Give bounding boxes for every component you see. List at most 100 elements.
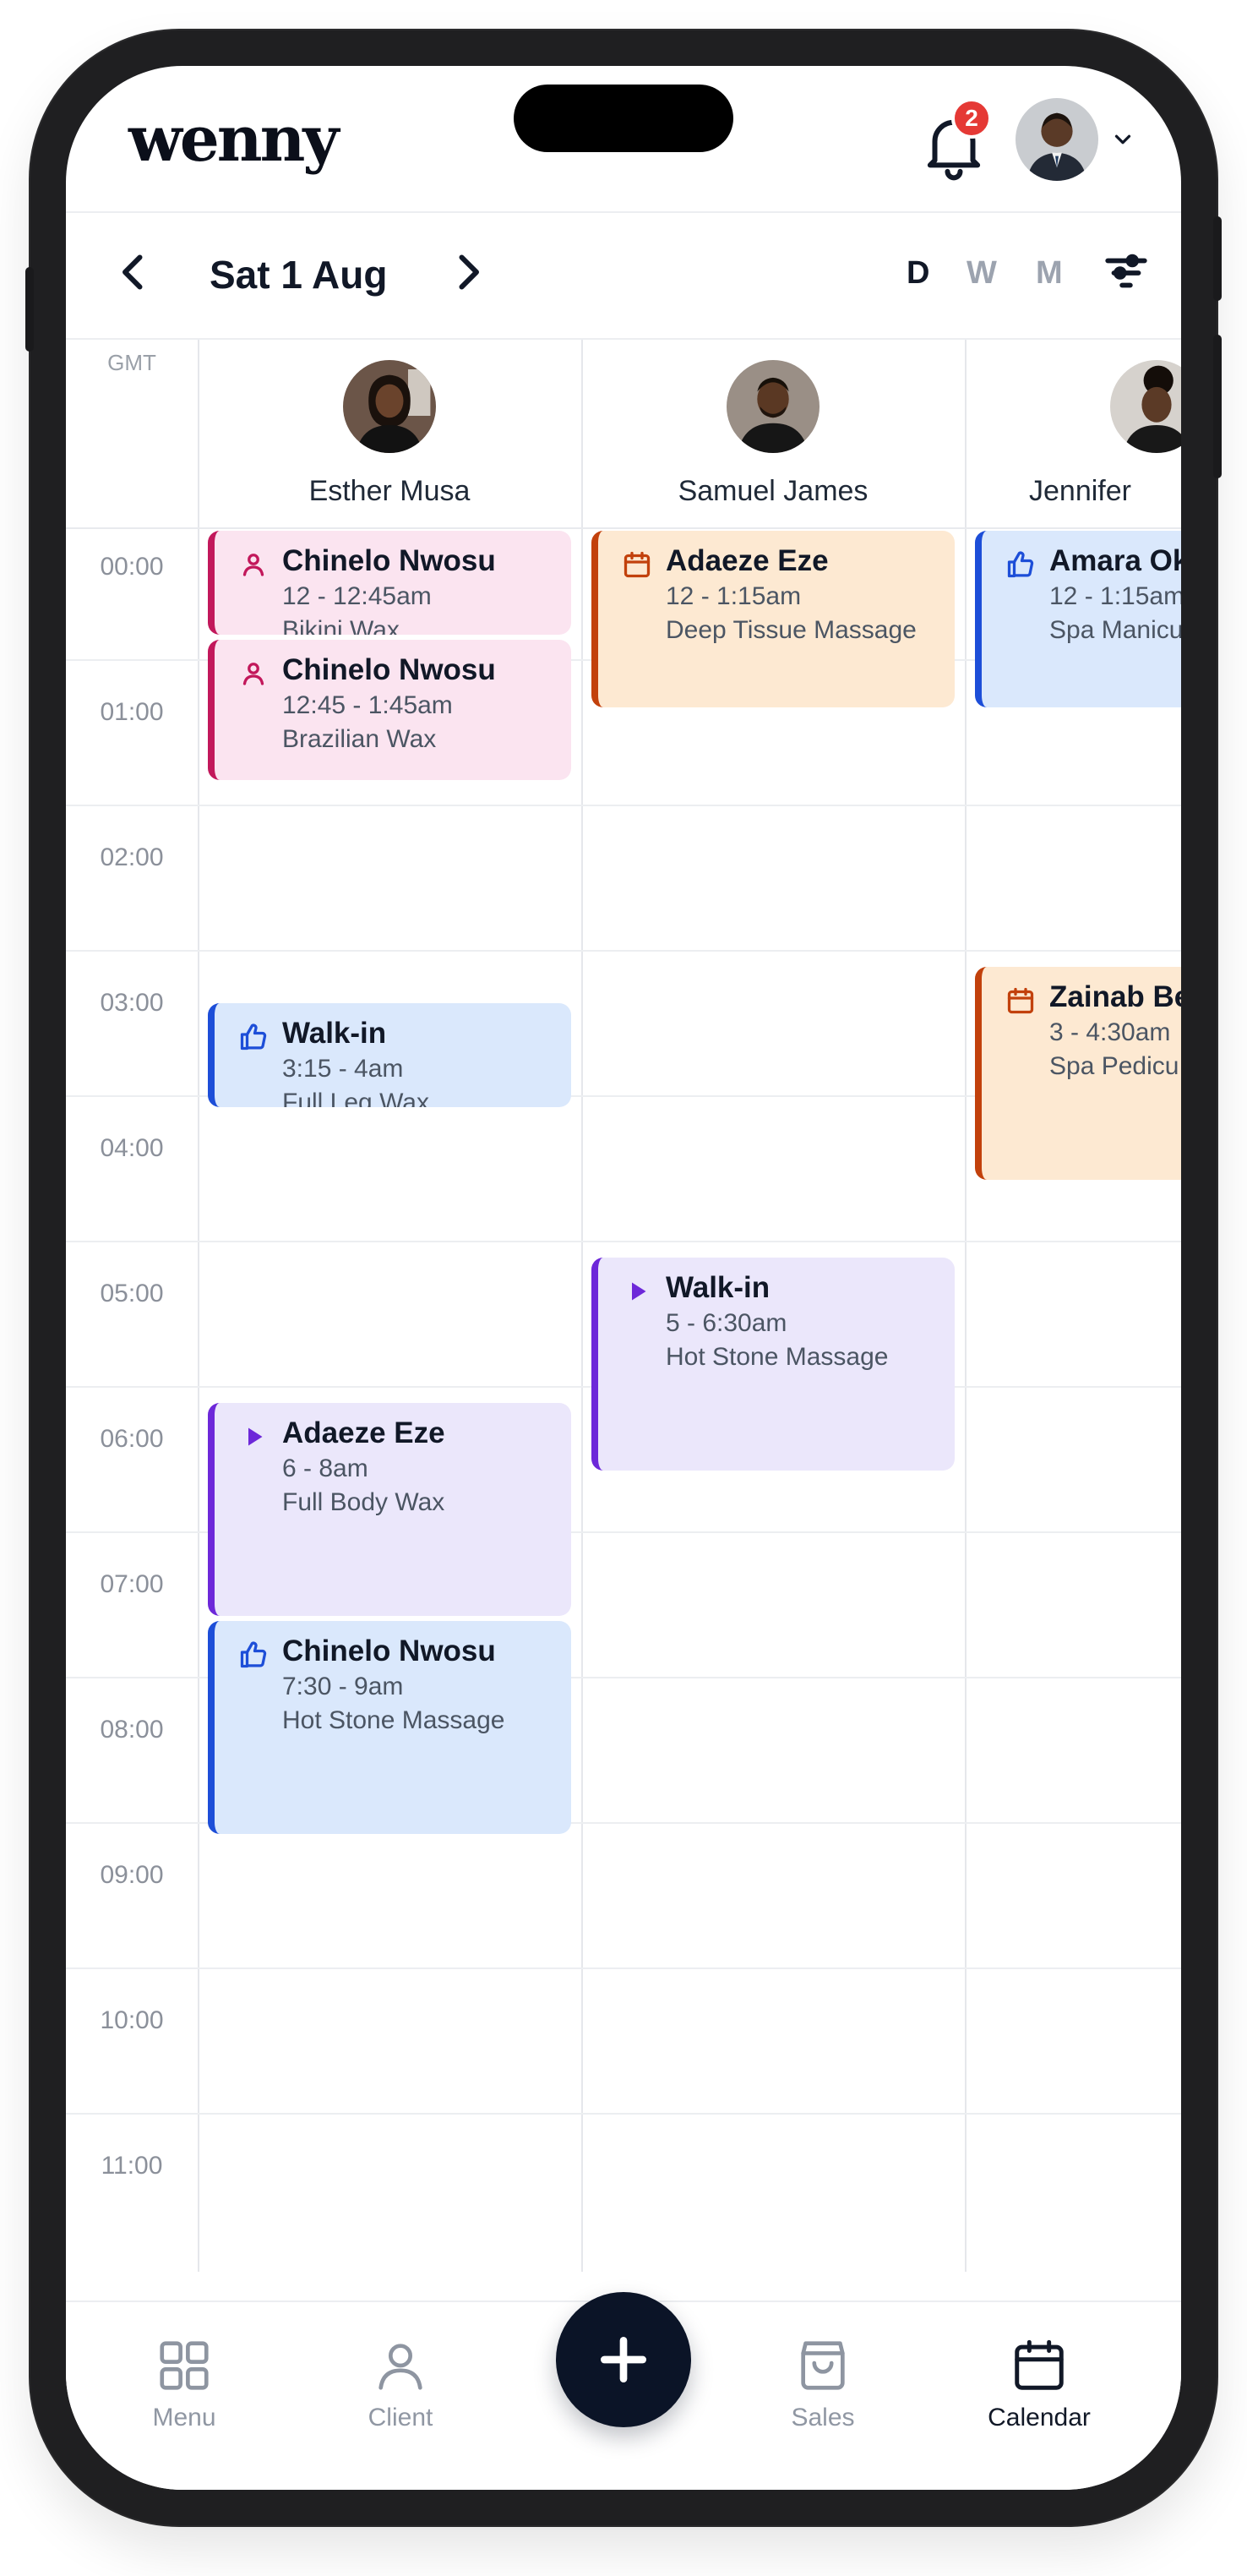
appointment-service: Full Body Wax <box>282 1488 445 1516</box>
app-screen: wenny 2 Sat 1 Aug D W M Esther Musa Samu… <box>66 66 1181 2490</box>
appointment-time: 3 - 4:30am <box>1049 1018 1171 1046</box>
appointment-client-name: Walk-in <box>282 1017 387 1050</box>
chevron-right-icon[interactable] <box>443 247 493 297</box>
column-divider <box>198 340 199 2272</box>
staff-name: Jennifer <box>1029 475 1131 507</box>
calendar-icon <box>622 549 652 580</box>
time-label: 04:00 <box>100 1134 164 1162</box>
date-navigation: Sat 1 Aug D W M <box>66 215 1181 340</box>
appointment-time: 7:30 - 9am <box>282 1673 404 1700</box>
appointment-service: Hot Stone Massage <box>666 1343 889 1371</box>
appointment-card[interactable]: Walk-in 3:15 - 4am Full Leg Wax <box>208 1003 571 1107</box>
filter-icon[interactable] <box>1102 248 1151 297</box>
nav-label: Calendar <box>988 2404 1091 2431</box>
nav-item-sales[interactable]: Sales <box>747 2336 899 2432</box>
chevron-down-icon[interactable] <box>1110 127 1135 152</box>
nav-label: Menu <box>152 2404 216 2431</box>
time-label: 08:00 <box>100 1716 164 1744</box>
appointment-time: 3:15 - 4am <box>282 1055 404 1083</box>
chevron-left-icon[interactable] <box>108 247 159 297</box>
calendar-icon <box>1005 985 1036 1016</box>
staff-avatar-esther[interactable] <box>343 360 436 453</box>
staff-name: Samuel James <box>678 475 869 507</box>
calendar-icon <box>1015 2339 1064 2390</box>
person-icon <box>238 658 269 689</box>
timezone-label: GMT <box>107 350 156 375</box>
shopping-bag-icon <box>801 2341 845 2390</box>
appointment-card[interactable]: Zainab Be 3 - 4:30am Spa Pedicu <box>975 967 1181 1180</box>
appointment-time: 12:45 - 1:45am <box>282 691 453 719</box>
thumbs-up-icon <box>238 1022 269 1052</box>
column-divider <box>581 340 583 2272</box>
appointment-service: Spa Pedicu <box>1049 1052 1179 1080</box>
appointment-client-name: Chinelo Nwosu <box>282 1635 496 1667</box>
grid-icon <box>160 2341 209 2390</box>
nav-label: Sales <box>791 2404 855 2431</box>
time-label: 09:00 <box>100 1861 164 1889</box>
time-label: 07:00 <box>100 1570 164 1598</box>
side-button-left <box>25 267 34 352</box>
appointment-client-name: Walk-in <box>666 1271 771 1304</box>
appointment-service: Full Leg Wax <box>282 1089 429 1107</box>
time-label: 11:00 <box>101 2152 163 2180</box>
appointment-client-name: Amara Ok <box>1049 544 1181 577</box>
time-label: 06:00 <box>100 1425 164 1453</box>
current-date[interactable]: Sat 1 Aug <box>210 252 387 297</box>
time-label: 05:00 <box>100 1280 164 1307</box>
appointment-client-name: Chinelo Nwosu <box>282 653 496 686</box>
appointment-card[interactable]: Chinelo Nwosu 12:45 - 1:45am Brazilian Wax <box>208 640 571 780</box>
time-label: 00:00 <box>100 553 164 581</box>
appointment-time: 12 - 1:15am <box>666 582 802 610</box>
user-avatar[interactable] <box>1016 98 1098 181</box>
person-icon <box>238 549 269 580</box>
hour-gridline <box>66 1967 1181 1969</box>
appointment-client-name: Adaeze Eze <box>282 1416 445 1449</box>
appointment-time: 12 - 1:15am <box>1049 582 1181 610</box>
add-appointment-button[interactable] <box>556 2292 691 2427</box>
time-label: 02:00 <box>100 843 164 871</box>
hour-gridline <box>66 805 1181 806</box>
appointment-service: Hot Stone Massage <box>282 1706 505 1734</box>
thumbs-up-icon <box>1005 549 1036 580</box>
time-label: 03:00 <box>100 989 164 1017</box>
view-day-toggle[interactable]: D <box>907 255 929 292</box>
calendar-grid: Esther Musa Samuel James Jennifer GMT 00… <box>66 340 1181 2272</box>
nav-item-client[interactable]: Client <box>324 2336 476 2432</box>
time-label: 01:00 <box>100 698 164 726</box>
view-week-toggle[interactable]: W <box>967 255 997 292</box>
time-label: 10:00 <box>100 2006 164 2034</box>
appointment-card[interactable]: Chinelo Nwosu 12 - 12:45am Bikini Wax <box>208 531 571 635</box>
bottom-navigation: Menu Client Sales Calendar <box>66 2292 1181 2490</box>
app-logo: wenny <box>128 103 339 176</box>
appointment-service: Spa Manicu <box>1049 616 1181 644</box>
appointment-card[interactable]: Adaeze Eze 6 - 8am Full Body Wax <box>208 1403 571 1616</box>
appointment-card[interactable]: Chinelo Nwosu 7:30 - 9am Hot Stone Massage <box>208 1621 571 1834</box>
appointment-client-name: Adaeze Eze <box>666 544 829 577</box>
play-icon <box>238 1422 269 1452</box>
appointment-time: 6 - 8am <box>282 1454 368 1482</box>
nav-item-menu[interactable]: Menu <box>108 2336 260 2432</box>
appointment-service: Deep Tissue Massage <box>666 616 917 644</box>
staff-name: Esther Musa <box>308 475 471 507</box>
appointment-card[interactable]: Adaeze Eze 12 - 1:15am Deep Tissue Massage <box>591 531 955 707</box>
appointment-time: 12 - 12:45am <box>282 582 432 610</box>
appointment-card[interactable]: Amara Ok 12 - 1:15am Spa Manicu <box>975 531 1181 707</box>
nav-item-calendar[interactable]: Calendar <box>963 2336 1115 2432</box>
notification-badge: 2 <box>951 98 992 139</box>
user-icon <box>378 2344 422 2390</box>
appointment-client-name: Chinelo Nwosu <box>282 544 496 577</box>
view-month-toggle[interactable]: M <box>1036 255 1063 292</box>
side-button-right-lower <box>1213 335 1222 478</box>
appointment-time: 5 - 6:30am <box>666 1309 787 1337</box>
appointment-service: Brazilian Wax <box>282 725 437 753</box>
appointment-service: Bikini Wax <box>282 616 400 635</box>
hour-gridline <box>66 2113 1181 2115</box>
appointment-card[interactable]: Walk-in 5 - 6:30am Hot Stone Massage <box>591 1258 955 1471</box>
staff-avatar-samuel[interactable] <box>727 360 820 453</box>
plus-icon <box>601 2337 646 2382</box>
side-button-right-upper <box>1213 216 1222 301</box>
appointment-client-name: Zainab Be <box>1049 980 1181 1013</box>
thumbs-up-icon <box>238 1640 269 1670</box>
hour-gridline <box>66 1241 1181 1242</box>
column-divider <box>965 340 967 2272</box>
